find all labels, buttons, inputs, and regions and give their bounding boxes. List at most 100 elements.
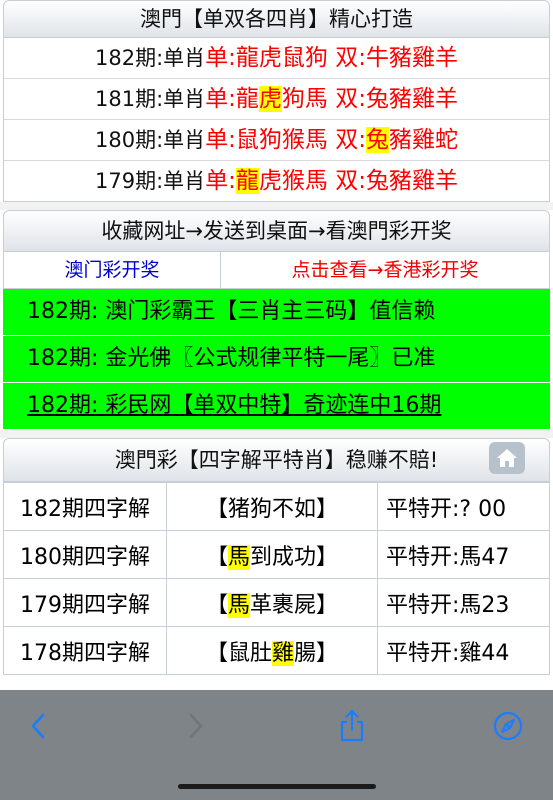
phrase-char: 成	[272, 544, 295, 570]
result-cell: 平特开:馬23	[377, 578, 550, 627]
home-button[interactable]	[489, 442, 525, 474]
period-label: 180期:单肖	[95, 128, 206, 152]
result-cell: 平特开:馬47	[377, 530, 550, 579]
zodiac: 羊	[434, 168, 458, 194]
phrase-char: 猪	[227, 496, 250, 522]
table-row: 182期四字解 【猪狗不如】 平特开:? 00	[3, 482, 550, 531]
phrase-char: 到	[249, 544, 272, 570]
dan-label: 单:	[205, 168, 236, 194]
zodiac: 龍	[235, 86, 259, 112]
zodiac: 馬	[304, 168, 328, 194]
zodiac: 狗	[258, 127, 282, 153]
phrase-char: 肚	[249, 640, 272, 666]
phrase-char: 如	[294, 496, 317, 522]
zodiac: 豬	[388, 45, 412, 71]
promo-link[interactable]: 182期: 彩民网【单双中特】奇迹连中16期	[3, 383, 550, 430]
zodiac: 兔	[365, 86, 389, 112]
macau-lottery-link[interactable]: 澳门彩开奖	[4, 252, 221, 288]
phrase-cell: 【馬革裹屍】	[166, 578, 378, 627]
compass-button[interactable]	[488, 706, 528, 746]
share-button[interactable]	[332, 706, 372, 746]
four-char-table: 182期四字解 【猪狗不如】 平特开:? 00 180期四字解 【馬到成功】 平…	[3, 482, 550, 675]
share-icon	[340, 709, 364, 742]
shuang-label: 双:	[335, 168, 366, 194]
section-gap	[0, 430, 553, 438]
zodiac: 雞	[411, 127, 435, 153]
period-cell: 178期四字解	[3, 626, 167, 675]
phrase-char: 屍	[294, 592, 317, 618]
zodiac-highlighted: 虎	[258, 86, 282, 112]
home-indicator	[178, 784, 376, 789]
chevron-right-icon	[189, 713, 203, 739]
hongkong-lottery-link[interactable]: 点击查看→香港彩开奖	[221, 252, 549, 288]
home-icon	[497, 449, 517, 467]
phrase-char-highlighted: 馬	[227, 544, 250, 570]
zodiac: 羊	[434, 45, 458, 71]
promo-link[interactable]: 182期: 金光佛〖公式规律平特一尾〗已准	[3, 336, 550, 383]
zodiac: 龍	[235, 45, 259, 71]
period-cell: 180期四字解	[3, 530, 167, 579]
zodiac: 虎	[258, 45, 282, 71]
period-cell: 179期四字解	[3, 578, 167, 627]
shuang-label: 双:	[335, 86, 366, 112]
list-item: 181期:单肖单:龍虎狗馬 双:兔豬雞羊	[4, 79, 549, 120]
list-item: 179期:单肖单:龍虎猴馬 双:兔豬雞羊	[4, 161, 549, 201]
forward-button[interactable]	[176, 706, 216, 746]
shuang-label: 双:	[335, 45, 366, 71]
zodiac: 牛	[365, 45, 389, 71]
zodiac: 狗	[281, 86, 305, 112]
section1-title: 澳門【单双各四肖】精心打造	[3, 0, 550, 38]
phrase-char: 腸	[294, 640, 317, 666]
section1-rows: 182期:单肖单:龍虎鼠狗 双:牛豬雞羊 181期:单肖单:龍虎狗馬 双:兔豬雞…	[3, 38, 550, 202]
phrase-char-highlighted: 馬	[227, 592, 250, 618]
web-page: 澳門【单双各四肖】精心打造 182期:单肖单:龍虎鼠狗 双:牛豬雞羊 181期:…	[0, 0, 553, 690]
period-label: 181期:单肖	[95, 87, 206, 111]
phrase-cell: 【猪狗不如】	[166, 482, 378, 531]
section3-title: 澳門彩【四字解平特肖】稳赚不賠!	[114, 448, 439, 472]
section-gap	[0, 202, 553, 210]
section-links: 收藏网址→发送到桌面→看澳門彩开奖 澳门彩开奖 点击查看→香港彩开奖 182期:…	[0, 210, 553, 430]
period-label: 179期:单肖	[95, 169, 206, 193]
section-single-double: 澳門【单双各四肖】精心打造 182期:单肖单:龍虎鼠狗 双:牛豬雞羊 181期:…	[0, 0, 553, 675]
dan-label: 单:	[205, 86, 236, 112]
shuang-label: 双:	[335, 127, 366, 153]
list-item: 182期:单肖单:龍虎鼠狗 双:牛豬雞羊	[4, 38, 549, 79]
zodiac: 雞	[411, 168, 435, 194]
section3-header: 澳門彩【四字解平特肖】稳赚不賠!	[3, 438, 550, 482]
table-row: 178期四字解 【鼠肚雞腸】 平特开:雞44	[3, 626, 550, 675]
zodiac: 兔	[365, 168, 389, 194]
compass-icon	[493, 711, 523, 741]
table-row: 180期四字解 【馬到成功】 平特开:馬47	[3, 530, 550, 579]
phrase-char-highlighted: 雞	[272, 640, 295, 666]
phrase-char: 狗	[249, 496, 272, 522]
promo-link[interactable]: 182期: 澳门彩霸王【三肖主三码】值信赖	[3, 289, 550, 336]
zodiac: 羊	[434, 86, 458, 112]
period-label: 182期:单肖	[95, 46, 206, 70]
section2-title: 收藏网址→发送到桌面→看澳門彩开奖	[3, 210, 550, 252]
promo-text: 182期: 澳门彩霸王【三肖主三码】值信赖	[27, 299, 436, 324]
zodiac: 蛇	[434, 127, 458, 153]
dan-label: 单:	[205, 45, 236, 71]
zodiac: 豬	[388, 127, 412, 153]
zodiac: 豬	[388, 86, 412, 112]
section-four-char: 澳門彩【四字解平特肖】稳赚不賠! 182期四字解 【猪狗不如】 平特开:? 00…	[0, 438, 553, 675]
zodiac: 鼠	[235, 127, 259, 153]
zodiac: 雞	[411, 86, 435, 112]
zodiac: 狗	[304, 45, 328, 71]
result-cell: 平特开:? 00	[377, 482, 550, 531]
zodiac: 猴	[281, 168, 305, 194]
lottery-links: 澳门彩开奖 点击查看→香港彩开奖	[3, 252, 550, 289]
dan-label: 单:	[205, 127, 236, 153]
phrase-char: 鼠	[227, 640, 250, 666]
phrase-cell: 【鼠肚雞腸】	[166, 626, 378, 675]
zodiac: 虎	[258, 168, 282, 194]
chevron-left-icon	[31, 713, 45, 739]
result-cell: 平特开:雞44	[377, 626, 550, 675]
zodiac: 馬	[304, 127, 328, 153]
promo-text: 182期: 金光佛〖公式规律平特一尾〗已准	[27, 346, 436, 371]
phrase-char: 革	[249, 592, 272, 618]
back-button[interactable]	[18, 706, 58, 746]
zodiac: 馬	[304, 86, 328, 112]
zodiac-highlighted: 兔	[365, 127, 389, 153]
zodiac-highlighted: 龍	[235, 168, 259, 194]
